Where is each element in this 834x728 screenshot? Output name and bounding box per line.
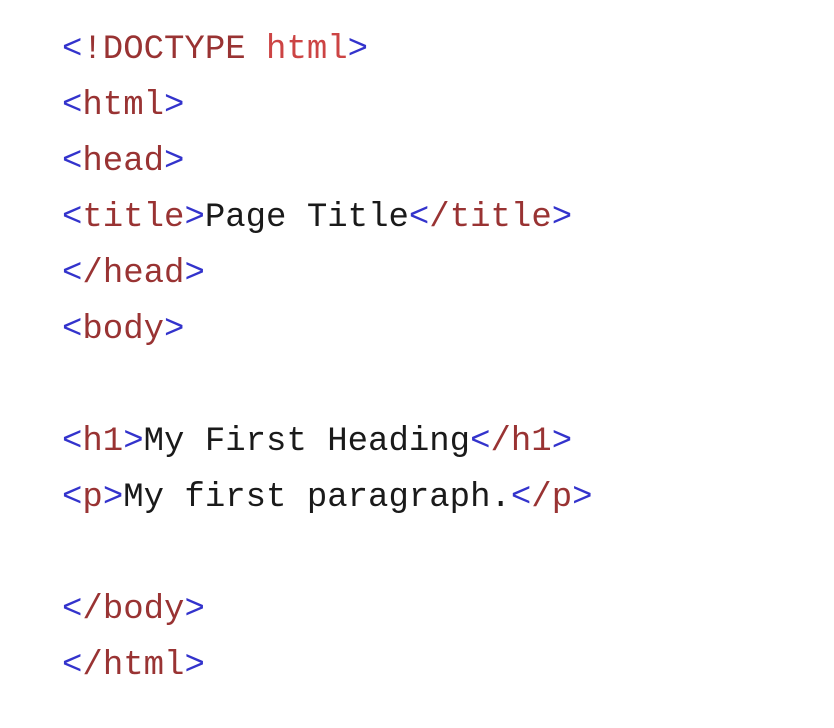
code-token-bracket: < (62, 423, 83, 461)
code-line: <title>Page Title</title> (62, 190, 822, 246)
code-token-tag: title (449, 199, 552, 237)
code-line: </html> (62, 638, 822, 694)
code-token-tag: head (82, 143, 165, 181)
code-token-tag: head (102, 255, 185, 293)
code-token-bracket: < (62, 311, 83, 349)
code-token-slash: / (82, 255, 103, 293)
code-token-tag: body (82, 311, 165, 349)
code-token-slash: / (531, 479, 552, 517)
code-token-bracket: < (62, 255, 83, 293)
code-listing[interactable]: <!DOCTYPE html> <html> <head> <title>Page T… (62, 22, 822, 694)
code-token-doctype-val: html (266, 31, 348, 69)
code-token-slash: / (82, 647, 103, 685)
code-token-bracket: < (510, 479, 532, 517)
code-token-slash: / (82, 591, 103, 629)
code-line: <html> (62, 78, 822, 134)
code-token-bracket: < (62, 647, 83, 685)
code-token-bracket: < (62, 591, 83, 629)
code-line: </head> (62, 246, 822, 302)
code-token-tag: html (102, 647, 185, 685)
code-token-text: Page Title (204, 199, 409, 237)
code-token-slash: / (490, 423, 511, 461)
code-token-bracket: > (551, 199, 573, 237)
code-token-bracket: < (62, 479, 83, 517)
code-token-bracket: < (62, 143, 83, 181)
code-token-bracket: < (62, 31, 83, 69)
code-token-bracket: > (164, 311, 185, 349)
code-token-text: My first paragraph. (123, 479, 511, 517)
code-token-tag: html (82, 87, 165, 125)
code-token-slash: / (429, 199, 450, 237)
code-line: <head> (62, 134, 822, 190)
code-line: <h1>My First Heading</h1> (62, 414, 822, 470)
code-token-bracket: > (184, 255, 205, 293)
code-token-bracket: > (184, 199, 205, 237)
code-token-doctype: !DOCTYPE (82, 31, 246, 69)
code-token-tag: title (82, 199, 185, 237)
code-line: </body> (62, 582, 822, 638)
code-token-tag: p (551, 479, 573, 517)
code-token-bracket: > (551, 423, 573, 461)
code-token-text: My First Heading (143, 423, 471, 461)
code-token-bracket: < (62, 199, 83, 237)
code-token-tag: h1 (510, 423, 552, 461)
code-token-bracket: < (408, 199, 430, 237)
code-token-bracket: > (184, 591, 205, 629)
code-token-tag: h1 (82, 423, 124, 461)
code-token-bracket: > (347, 31, 369, 69)
code-token-bracket: > (102, 479, 124, 517)
code-screenshot-page: <!DOCTYPE html> <html> <head> <title>Page T… (0, 0, 834, 728)
code-token-bracket: > (184, 647, 205, 685)
code-token-bracket: > (164, 87, 185, 125)
code-token-tag: p (82, 479, 103, 517)
code-token-bracket: > (164, 143, 185, 181)
code-token-bracket: < (62, 87, 83, 125)
code-token-bracket: < (470, 423, 491, 461)
code-line: <!DOCTYPE html> (62, 22, 822, 78)
code-line: <body> (62, 302, 822, 358)
code-token-bracket: > (123, 423, 144, 461)
code-line: <p>My first paragraph.</p> (62, 470, 822, 526)
code-token-tag: body (102, 591, 185, 629)
code-token-bracket: > (572, 479, 593, 517)
